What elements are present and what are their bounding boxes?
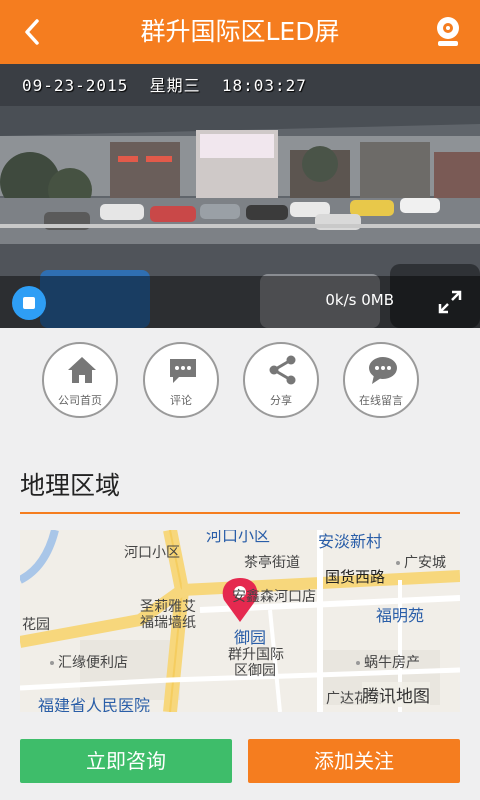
consult-now-button[interactable]: 立即咨询 bbox=[20, 739, 232, 783]
map-label-wonuifang: 蜗牛房产 bbox=[356, 652, 420, 672]
video-player[interactable]: 09-23-2015 星期三 18:03:27 0k/s 0MB bbox=[0, 64, 480, 328]
map-label-huijian: 汇缘便利店 bbox=[50, 652, 128, 672]
camera-button[interactable] bbox=[430, 14, 466, 50]
fullscreen-button[interactable] bbox=[436, 288, 464, 316]
stream-speed: 0k/s 0MB bbox=[325, 291, 394, 309]
section-title: 地理区域 bbox=[20, 471, 121, 500]
comment-button[interactable]: 评论 bbox=[143, 342, 219, 418]
comment-icon bbox=[170, 359, 196, 383]
share-button[interactable]: 分享 bbox=[243, 342, 319, 418]
add-follow-button[interactable]: 添加关注 bbox=[248, 739, 460, 783]
map-label-qunsheng2: 区御园 bbox=[234, 663, 276, 679]
map-view[interactable]: 河口小区 安淡新村 河口小区 茶亭街道 广安城 国货西路 圣莉雅艾 福瑞墙纸 安… bbox=[20, 530, 460, 712]
stop-icon bbox=[23, 297, 35, 309]
fullscreen-icon bbox=[438, 290, 462, 314]
section-divider bbox=[20, 512, 460, 514]
online-message-button[interactable]: 在线留言 bbox=[343, 342, 419, 418]
company-home-button[interactable]: 公司首页 bbox=[42, 342, 118, 418]
map-label-chating: 茶亭街道 bbox=[244, 555, 300, 571]
map-label-fuxiang: 福瑞墙纸 bbox=[140, 615, 196, 631]
map-label-anhuai: 安淡新村 bbox=[318, 532, 383, 551]
map-label-hekou: 河口小区 bbox=[124, 545, 180, 561]
company-home-label: 公司首页 bbox=[58, 394, 102, 407]
comment-label: 评论 bbox=[170, 394, 192, 407]
home-icon bbox=[68, 357, 96, 383]
header-bar: 群升国际区LED屏 bbox=[0, 0, 480, 64]
map-label-anxin: 安鑫森河口店 bbox=[232, 589, 316, 605]
map-label-hekou-top: 河口小区 bbox=[206, 530, 271, 545]
map-label-guohuo: 国货西路 bbox=[325, 568, 386, 586]
map-label-fumingyuan: 福明苑 bbox=[376, 606, 425, 625]
page-title: 群升国际区LED屏 bbox=[140, 17, 340, 46]
action-row: 公司首页 评论 分享 在线留言 bbox=[0, 328, 480, 440]
app-root: 群升国际区LED屏 09-23-2015 星期三 18:03:27 0k/s 0… bbox=[0, 0, 480, 800]
message-icon bbox=[369, 357, 397, 384]
share-icon bbox=[269, 355, 296, 385]
map-label-huayuan: 花园 bbox=[22, 617, 50, 633]
stop-button[interactable] bbox=[12, 286, 46, 320]
video-timestamp: 09-23-2015 星期三 18:03:27 bbox=[22, 76, 307, 95]
map-label-hospital: 福建省人民医院 bbox=[38, 696, 151, 712]
video-control-bar: 0k/s 0MB bbox=[0, 276, 480, 328]
map-watermark: 腾讯地图 bbox=[362, 682, 430, 707]
map-label-guangan: 广安城 bbox=[396, 552, 446, 572]
webcam-icon bbox=[437, 17, 459, 46]
share-label: 分享 bbox=[270, 394, 292, 407]
online-message-label: 在线留言 bbox=[359, 394, 403, 407]
